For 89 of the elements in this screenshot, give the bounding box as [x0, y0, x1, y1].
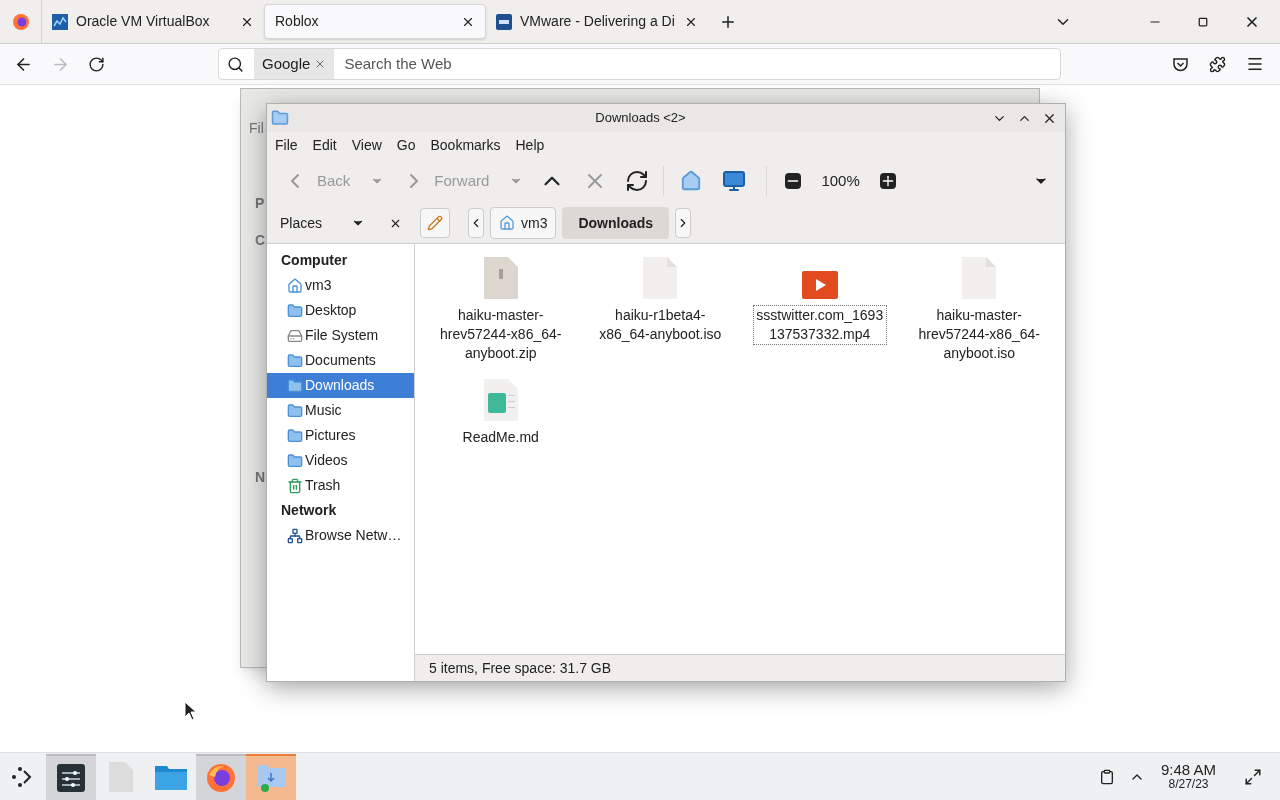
- sidebar-item[interactable]: Desktop: [267, 298, 414, 323]
- folder-icon: [271, 109, 289, 127]
- folder-icon: [287, 352, 303, 369]
- address-field[interactable]: Google Search the Web: [218, 48, 1061, 80]
- search-icon: [227, 55, 244, 73]
- sidebar-label: P: [255, 194, 265, 213]
- mouse-cursor-icon: [184, 701, 196, 721]
- chart-icon: [52, 13, 68, 30]
- folder-icon: [257, 762, 285, 793]
- tab-title: Oracle VM VirtualBox: [76, 12, 211, 31]
- browser-tab[interactable]: Roblox: [264, 4, 486, 39]
- launcher-icon[interactable]: [10, 764, 34, 789]
- search-input[interactable]: Search the Web: [344, 52, 1060, 76]
- archive-file-icon: [483, 257, 518, 299]
- sidebar-item[interactable]: File System: [267, 323, 414, 348]
- menu-item[interactable]: Bookmarks: [430, 135, 501, 156]
- maximize-icon[interactable]: [1198, 16, 1208, 27]
- sidebar-item[interactable]: Downloads: [267, 373, 414, 398]
- search-engine-chip[interactable]: Google: [254, 49, 335, 79]
- reload-icon[interactable]: [625, 169, 650, 193]
- file-name[interactable]: haiku-master-hrev57244-x86_64-anyboot.iso: [912, 305, 1047, 364]
- menu-item[interactable]: File: [275, 135, 298, 156]
- text-file-icon: [483, 379, 518, 421]
- video-file-icon: [801, 271, 838, 299]
- drive-icon: [287, 327, 303, 344]
- menu-item[interactable]: Edit: [312, 135, 337, 156]
- menu-item[interactable]: View: [351, 135, 382, 156]
- browser-tab[interactable]: Oracle VM VirtualBox: [42, 4, 264, 39]
- sidebar-label: N: [255, 468, 266, 487]
- extensions-icon[interactable]: [1209, 55, 1226, 73]
- sidebar-item[interactable]: vm3: [267, 273, 414, 298]
- clock-time: 9:48 AM: [1160, 761, 1216, 777]
- fox-browser-icon: [206, 762, 236, 793]
- scroll-right-icon[interactable]: [675, 208, 692, 238]
- sidebar-item[interactable]: Videos: [267, 448, 414, 473]
- sidebar-item[interactable]: Documents: [267, 348, 414, 373]
- browser-tab[interactable]: VMware - Delivering a Di: [486, 4, 708, 39]
- path-button[interactable]: vm3: [490, 207, 557, 239]
- file-name[interactable]: haiku-master-hrev57244-x86_64-anyboot.zip: [433, 305, 568, 364]
- sidebar-item[interactable]: Browse Netw…: [267, 523, 414, 548]
- logo-icon: [496, 13, 512, 30]
- folder-icon: [287, 427, 303, 444]
- tab-title: VMware - Delivering a Di: [520, 12, 676, 31]
- zoom-in-icon[interactable]: [879, 173, 896, 189]
- tab-title: Roblox: [275, 12, 320, 31]
- scroll-left-icon[interactable]: [468, 208, 484, 238]
- folder-icon: [287, 377, 303, 394]
- home-folder-icon: [287, 277, 303, 294]
- file-name[interactable]: ReadMe.md: [460, 427, 541, 448]
- path-button[interactable]: Downloads: [562, 207, 670, 239]
- edit-path-icon[interactable]: [420, 208, 450, 238]
- home-folder-icon: [499, 215, 515, 231]
- menu-item[interactable]: Go: [396, 135, 416, 156]
- menu-item[interactable]: Fil: [249, 117, 264, 139]
- folder-icon: [287, 452, 303, 469]
- computer-icon[interactable]: [722, 169, 747, 193]
- clipboard-icon[interactable]: [1098, 768, 1115, 785]
- window-title: Downloads <2>: [594, 109, 687, 128]
- sidebar-item[interactable]: Pictures: [267, 423, 414, 448]
- sidebar-item[interactable]: Trash: [267, 473, 414, 498]
- file-icon: [962, 257, 997, 299]
- clock-date: 8/27/23: [1168, 776, 1209, 792]
- taskbar-button[interactable]: [46, 753, 96, 800]
- section-heading: Network: [280, 501, 338, 520]
- pocket-icon[interactable]: [1172, 55, 1189, 73]
- trash-icon: [287, 477, 303, 494]
- sidebar-label: C: [255, 231, 266, 250]
- network-icon: [287, 527, 303, 544]
- menu-item[interactable]: Help: [515, 135, 545, 156]
- folder-icon: [287, 302, 303, 319]
- fox-browser-icon[interactable]: [11, 12, 30, 31]
- file-name[interactable]: haiku-r1beta4-x86_64-anyboot.iso: [593, 305, 728, 345]
- section-heading: Computer: [280, 251, 349, 270]
- engine-label: Google: [262, 53, 311, 74]
- status-text: 5 items, Free space: 31.7 GB: [429, 658, 612, 678]
- sliders-icon: [57, 763, 85, 792]
- sidebar-item[interactable]: Music: [267, 398, 414, 423]
- folder-icon: [155, 763, 187, 790]
- zoom-level: 100%: [821, 170, 860, 191]
- show-desktop-icon[interactable]: [1244, 767, 1262, 786]
- reload-icon[interactable]: [88, 55, 105, 73]
- file-name[interactable]: ssstwitter.com_1693137537332.mp4: [752, 305, 887, 345]
- folder-icon: [287, 402, 303, 419]
- home-folder-icon[interactable]: [680, 170, 703, 192]
- taskbar-button[interactable]: [196, 753, 246, 800]
- zoom-out-icon[interactable]: [785, 173, 802, 189]
- menu-icon[interactable]: [1246, 55, 1264, 73]
- file-icon: [643, 257, 678, 299]
- places-label: Places: [280, 213, 324, 233]
